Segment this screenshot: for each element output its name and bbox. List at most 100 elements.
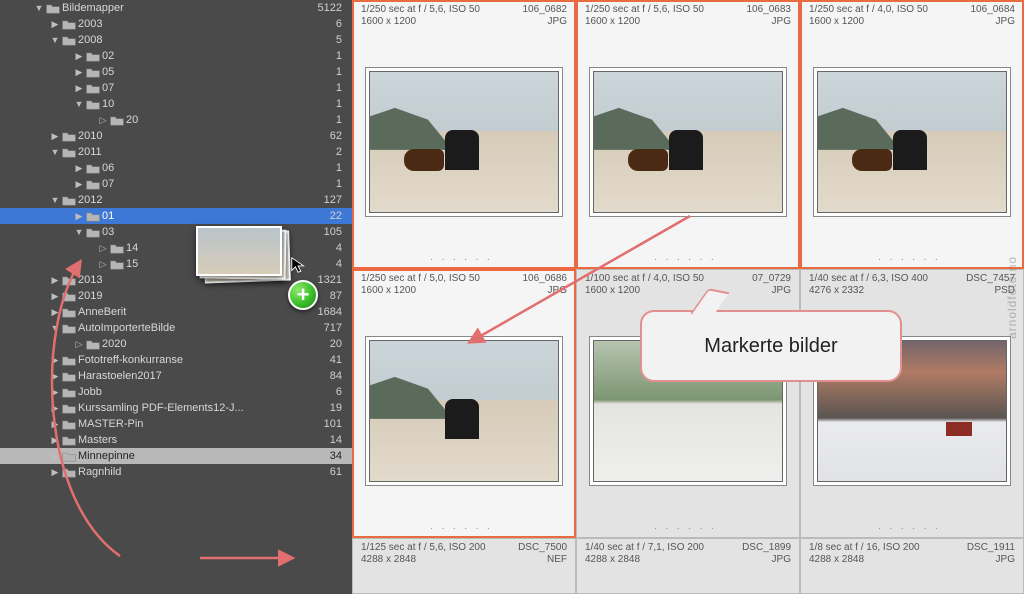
folder-row-2008[interactable]: ▼20085 [0,32,352,48]
watermark-text: arnoldfoto.no [1002,0,1022,594]
disclosure-arrow-icon[interactable]: ▶ [50,448,60,464]
thumbnail-meta: 1/125 sec at f / 5,6, ISO 200DSC_7500428… [353,539,575,567]
folder-row-master-pin[interactable]: ▶MASTER-Pin101 [0,416,352,432]
copy-plus-badge: + [288,280,318,310]
folder-row-06[interactable]: ▶061 [0,160,352,176]
rating-dots[interactable]: ······ [577,519,799,537]
folder-row-minnepinne[interactable]: ▶Minnepinne34 [0,448,352,464]
thumbnail-filename: 106_0682 [523,4,568,15]
folder-row-03[interactable]: ▼03105 [0,224,352,240]
folder-icon [84,80,102,96]
disclosure-arrow-icon[interactable]: ▷ [74,336,84,352]
folder-row-fototreff-konkurranse[interactable]: ▶ Fototreff-konkurranse41 [0,352,352,368]
thumbnail-exposure: 1/100 sec at f / 4,0, ISO 50 [585,273,704,284]
thumbnail-cell[interactable]: 1/40 sec at f / 7,1, ISO 200DSC_18994288… [576,538,800,594]
folder-label: Fototreff-konkurranse [78,352,330,368]
folder-icon [60,416,78,432]
disclosure-arrow-icon[interactable]: ▶ [50,416,60,432]
folder-row-kurssamling-pdf-elements12-j-[interactable]: ▶Kurssamling PDF-Elements12-J...19 [0,400,352,416]
folder-count: 5122 [318,0,342,16]
folder-row-ragnhild[interactable]: ▶Ragnhild61 [0,464,352,480]
folder-row-2010[interactable]: ▶201062 [0,128,352,144]
rating-dots[interactable]: ······ [801,250,1023,268]
thumbnail-grid[interactable]: 1/250 sec at f / 5,6, ISO 50106_06821600… [352,0,1024,594]
folder-label: 20 [126,112,336,128]
thumbnail-dimensions: 1600 x 1200 [361,285,416,296]
disclosure-arrow-icon[interactable]: ▷ [98,240,108,256]
folder-row-harastoelen2017[interactable]: ▶Harastoelen201784 [0,368,352,384]
folder-row-10[interactable]: ▼101 [0,96,352,112]
folder-row-02[interactable]: ▶021 [0,48,352,64]
disclosure-arrow-icon[interactable]: ▶ [50,304,60,320]
thumbnail-cell[interactable]: 1/125 sec at f / 5,6, ISO 200DSC_7500428… [352,538,576,594]
disclosure-arrow-icon[interactable]: ▶ [50,272,60,288]
disclosure-arrow-icon[interactable]: ▼ [50,320,60,336]
folder-icon [44,0,62,16]
folder-row-20[interactable]: ▷201 [0,112,352,128]
folder-count: 41 [330,352,342,368]
disclosure-arrow-icon[interactable]: ▼ [50,192,60,208]
folder-label: 2008 [78,32,336,48]
disclosure-arrow-icon[interactable]: ▼ [34,0,44,16]
disclosure-arrow-icon[interactable]: ▶ [50,400,60,416]
disclosure-arrow-icon[interactable]: ▶ [74,176,84,192]
disclosure-arrow-icon[interactable]: ▶ [74,48,84,64]
folder-icon [60,128,78,144]
folder-row-07[interactable]: ▶071 [0,80,352,96]
rating-dots[interactable]: ······ [353,519,575,537]
folder-row-jobb[interactable]: ▶Jobb6 [0,384,352,400]
disclosure-arrow-icon[interactable]: ▶ [50,16,60,32]
disclosure-arrow-icon[interactable]: ▼ [74,224,84,240]
thumbnail-dimensions: 4288 x 2848 [809,554,864,565]
folder-row-01[interactable]: ▶0122 [0,208,352,224]
folder-row-autoimportertebilde[interactable]: ▼AutoImporterteBilde717 [0,320,352,336]
folder-row-bildemapper[interactable]: ▼Bildemapper5122 [0,0,352,16]
folder-icon [108,240,126,256]
thumbnail-meta: 1/40 sec at f / 7,1, ISO 200DSC_18994288… [577,539,799,567]
folder-icon [84,64,102,80]
disclosure-arrow-icon[interactable]: ▶ [74,64,84,80]
thumbnail-cell[interactable]: 1/250 sec at f / 5,6, ISO 50106_06821600… [352,0,576,269]
rating-dots[interactable]: ······ [801,519,1023,537]
folder-row-2011[interactable]: ▼20112 [0,144,352,160]
disclosure-arrow-icon[interactable]: ▶ [50,128,60,144]
disclosure-arrow-icon[interactable]: ▼ [74,96,84,112]
thumbnail-cell[interactable]: 1/250 sec at f / 4,0, ISO 50106_06841600… [800,0,1024,269]
folder-row-masters[interactable]: ▶Masters14 [0,432,352,448]
disclosure-arrow-icon[interactable]: ▶ [74,160,84,176]
rating-dots[interactable]: ······ [353,250,575,268]
thumbnail-exposure: 1/250 sec at f / 5,0, ISO 50 [361,273,480,284]
folder-count: 105 [324,224,342,240]
disclosure-arrow-icon[interactable]: ▶ [50,432,60,448]
disclosure-arrow-icon[interactable]: ▶ [50,352,60,368]
disclosure-arrow-icon[interactable]: ▶ [50,384,60,400]
thumbnail-cell[interactable]: 1/8 sec at f / 16, ISO 200DSC_19114288 x… [800,538,1024,594]
thumbnail-image-wrap[interactable] [353,29,575,250]
thumbnail-cell[interactable]: 1/250 sec at f / 5,6, ISO 50106_06831600… [576,0,800,269]
disclosure-arrow-icon[interactable]: ▶ [74,80,84,96]
disclosure-arrow-icon[interactable]: ▶ [50,368,60,384]
folder-count: 19 [330,400,342,416]
disclosure-arrow-icon[interactable]: ▼ [50,32,60,48]
thumbnail-cell[interactable]: 1/250 sec at f / 5,0, ISO 50106_06861600… [352,269,576,538]
thumbnail-image-wrap[interactable] [801,29,1023,250]
disclosure-arrow-icon[interactable]: ▶ [50,288,60,304]
folder-row-14[interactable]: ▷144 [0,240,352,256]
folder-row-2003[interactable]: ▶20036 [0,16,352,32]
thumbnail-filename: DSC_7500 [518,542,567,553]
disclosure-arrow-icon[interactable]: ▷ [98,112,108,128]
folder-row-2020[interactable]: ▷202020 [0,336,352,352]
disclosure-arrow-icon[interactable]: ▶ [50,464,60,480]
folder-row-07[interactable]: ▶071 [0,176,352,192]
disclosure-arrow-icon[interactable]: ▼ [50,144,60,160]
thumbnail-image-wrap[interactable] [353,298,575,519]
rating-dots[interactable]: ······ [577,250,799,268]
folder-icon [84,160,102,176]
disclosure-arrow-icon[interactable]: ▶ [74,208,84,224]
folder-icon [60,464,78,480]
thumbnail-image-wrap[interactable] [577,29,799,250]
folder-row-05[interactable]: ▶051 [0,64,352,80]
disclosure-arrow-icon[interactable]: ▷ [98,256,108,272]
thumbnail-dimensions: 4288 x 2848 [361,554,416,565]
folder-row-2012[interactable]: ▼2012127 [0,192,352,208]
